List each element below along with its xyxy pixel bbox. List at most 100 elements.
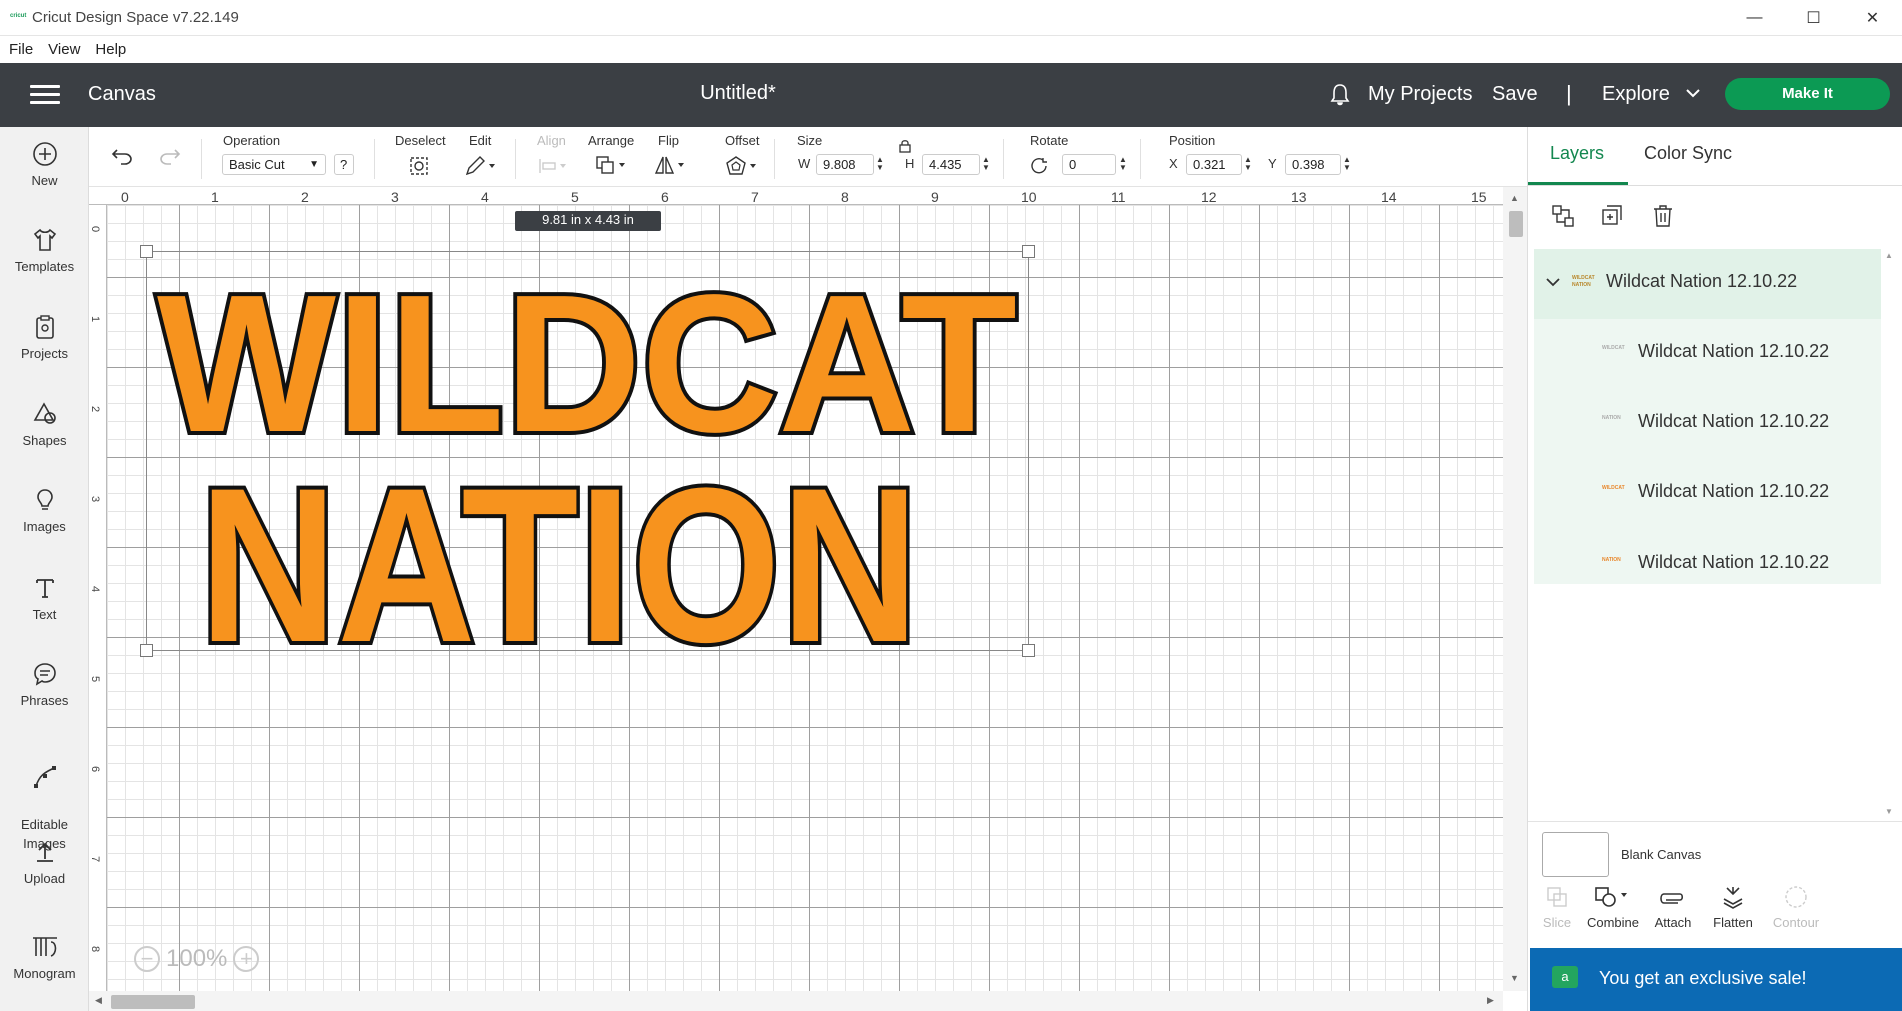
menu-file[interactable]: File [9, 41, 33, 58]
flip-icon[interactable] [654, 155, 688, 175]
scroll-left-icon[interactable]: ◀ [95, 995, 102, 1006]
document-title[interactable]: Untitled* [0, 82, 1476, 105]
trash-icon[interactable] [1650, 203, 1676, 229]
redo-icon[interactable] [159, 147, 181, 165]
deselect-icon[interactable] [408, 155, 430, 177]
horizontal-scroll-thumb[interactable] [111, 995, 195, 1009]
horizontal-scrollbar[interactable]: ◀ ▶ [89, 991, 1503, 1011]
height-stepper-icon[interactable]: ▲ ▼ [982, 156, 990, 172]
scroll-right-icon[interactable]: ▶ [1487, 995, 1494, 1006]
sidebar-item-editable-images[interactable]: Editable Images [0, 745, 89, 853]
y-stepper-icon[interactable]: ▲ ▼ [1343, 156, 1351, 172]
explore-menu[interactable]: Explore [1602, 83, 1670, 106]
offset-icon[interactable] [725, 155, 759, 177]
ruler-tick-label: 7 [751, 189, 759, 205]
contour-icon [1785, 886, 1807, 908]
resize-handle[interactable] [1022, 245, 1035, 258]
sidebar-item-text[interactable]: Text [0, 575, 89, 622]
edit-pen-icon[interactable] [464, 155, 498, 177]
panel-scroll-down-icon[interactable]: ▼ [1885, 807, 1893, 816]
ruler-tick-label: 2 [301, 189, 309, 205]
tab-layers[interactable]: Layers [1550, 143, 1604, 164]
x-label: X [1169, 156, 1178, 171]
my-projects-link[interactable]: My Projects [1368, 83, 1472, 106]
slice-label: Slice [1542, 915, 1572, 930]
chevron-down-icon[interactable] [1686, 89, 1700, 98]
rotate-icon [1031, 158, 1047, 174]
rotate-input[interactable]: 0 [1062, 154, 1116, 175]
ruler-tick-label: 6 [661, 189, 669, 205]
ruler-tick-label: 3 [89, 495, 102, 503]
ruler-tick-label: 6 [89, 765, 102, 773]
sidebar-item-monogram[interactable]: Monogram [0, 934, 89, 981]
group-icon[interactable] [1550, 203, 1576, 229]
sidebar-item-phrases[interactable]: Phrases [0, 661, 89, 708]
window-controls: — ☐ ✕ [1725, 0, 1902, 36]
minimize-icon[interactable]: — [1725, 0, 1784, 36]
operation-help-button[interactable]: ? [334, 154, 354, 175]
promo-banner[interactable]: a You get an exclusive sale! [1530, 948, 1902, 1011]
maximize-icon[interactable]: ☐ [1784, 0, 1843, 36]
layer-group-header[interactable]: WILDCAT NATION Wildcat Nation 12.10.22 [1534, 249, 1881, 319]
lightbulb-icon [36, 489, 53, 510]
arrange-label: Arrange [588, 133, 635, 148]
promo-text: You get an exclusive sale! [1599, 968, 1807, 988]
size-label: Size [797, 133, 823, 148]
blank-canvas-swatch[interactable] [1542, 832, 1609, 877]
flatten-button[interactable]: Flatten [1698, 885, 1768, 930]
ruler-tick-label: 5 [571, 189, 579, 205]
promo-tag-icon: a [1552, 966, 1578, 988]
ruler-tick-label: 10 [1021, 189, 1037, 205]
lock-icon[interactable] [898, 139, 912, 153]
sidebar-item-upload[interactable]: Upload [0, 839, 89, 886]
x-stepper-icon[interactable]: ▲ ▼ [1244, 156, 1252, 172]
height-input[interactable]: 4.435 [922, 154, 980, 175]
ruler-tick-label: 1 [211, 189, 219, 205]
make-it-button[interactable]: Make It [1725, 78, 1890, 110]
arrange-icon[interactable] [595, 155, 629, 175]
scroll-down-icon[interactable]: ▼ [1510, 973, 1519, 983]
resize-handle[interactable] [1022, 644, 1035, 657]
width-input[interactable]: 9.808 [816, 154, 874, 175]
position-x-input[interactable]: 0.321 [1186, 154, 1242, 175]
menu-help[interactable]: Help [95, 41, 126, 58]
menu-view[interactable]: View [48, 41, 80, 58]
position-label: Position [1169, 133, 1216, 148]
flatten-label: Flatten [1713, 915, 1753, 930]
zoom-out-icon[interactable]: − [134, 946, 160, 972]
sidebar-item-shapes[interactable]: Shapes [0, 401, 89, 448]
resize-handle[interactable] [140, 245, 153, 258]
header-separator: | [1566, 81, 1572, 106]
operation-select[interactable]: Basic Cut ▼ [222, 154, 326, 175]
save-button[interactable]: Save [1492, 83, 1538, 106]
panel-scroll-up-icon[interactable]: ▲ [1885, 251, 1893, 260]
zoom-level: 100% [166, 945, 228, 972]
scroll-up-icon[interactable]: ▲ [1510, 193, 1519, 203]
undo-icon[interactable] [111, 147, 133, 165]
sidebar-label: Shapes [22, 433, 67, 448]
sidebar-label: New [31, 173, 58, 188]
width-stepper-icon[interactable]: ▲ ▼ [876, 156, 884, 172]
close-icon[interactable]: ✕ [1843, 0, 1902, 36]
vertical-scrollbar[interactable]: ▲ ▼ [1503, 187, 1527, 991]
resize-handle[interactable] [140, 644, 153, 657]
sidebar-item-templates[interactable]: Templates [0, 227, 89, 274]
zoom-in-icon[interactable]: + [233, 946, 260, 972]
tab-color-sync[interactable]: Color Sync [1644, 143, 1732, 164]
sidebar-item-projects[interactable]: Projects [0, 314, 89, 361]
align-label: Align [537, 133, 566, 148]
sidebar-item-images[interactable]: Images [0, 487, 89, 534]
offset-label: Offset [725, 133, 760, 148]
operation-label: Operation [223, 133, 281, 148]
clipboard-icon [35, 315, 54, 339]
ruler-tick-label: 8 [89, 945, 102, 953]
notification-bell-icon[interactable] [1330, 83, 1350, 107]
chevron-down-icon[interactable] [1546, 277, 1560, 287]
ruler-tick-label: 13 [1291, 189, 1307, 205]
sidebar-item-new[interactable]: New [0, 141, 89, 188]
position-y-input[interactable]: 0.398 [1285, 154, 1341, 175]
rotate-stepper-icon[interactable]: ▲ ▼ [1119, 156, 1127, 172]
window-title: Cricut Design Space v7.22.149 [32, 9, 239, 26]
duplicate-icon[interactable] [1600, 203, 1626, 229]
vertical-scroll-thumb[interactable] [1509, 211, 1523, 237]
